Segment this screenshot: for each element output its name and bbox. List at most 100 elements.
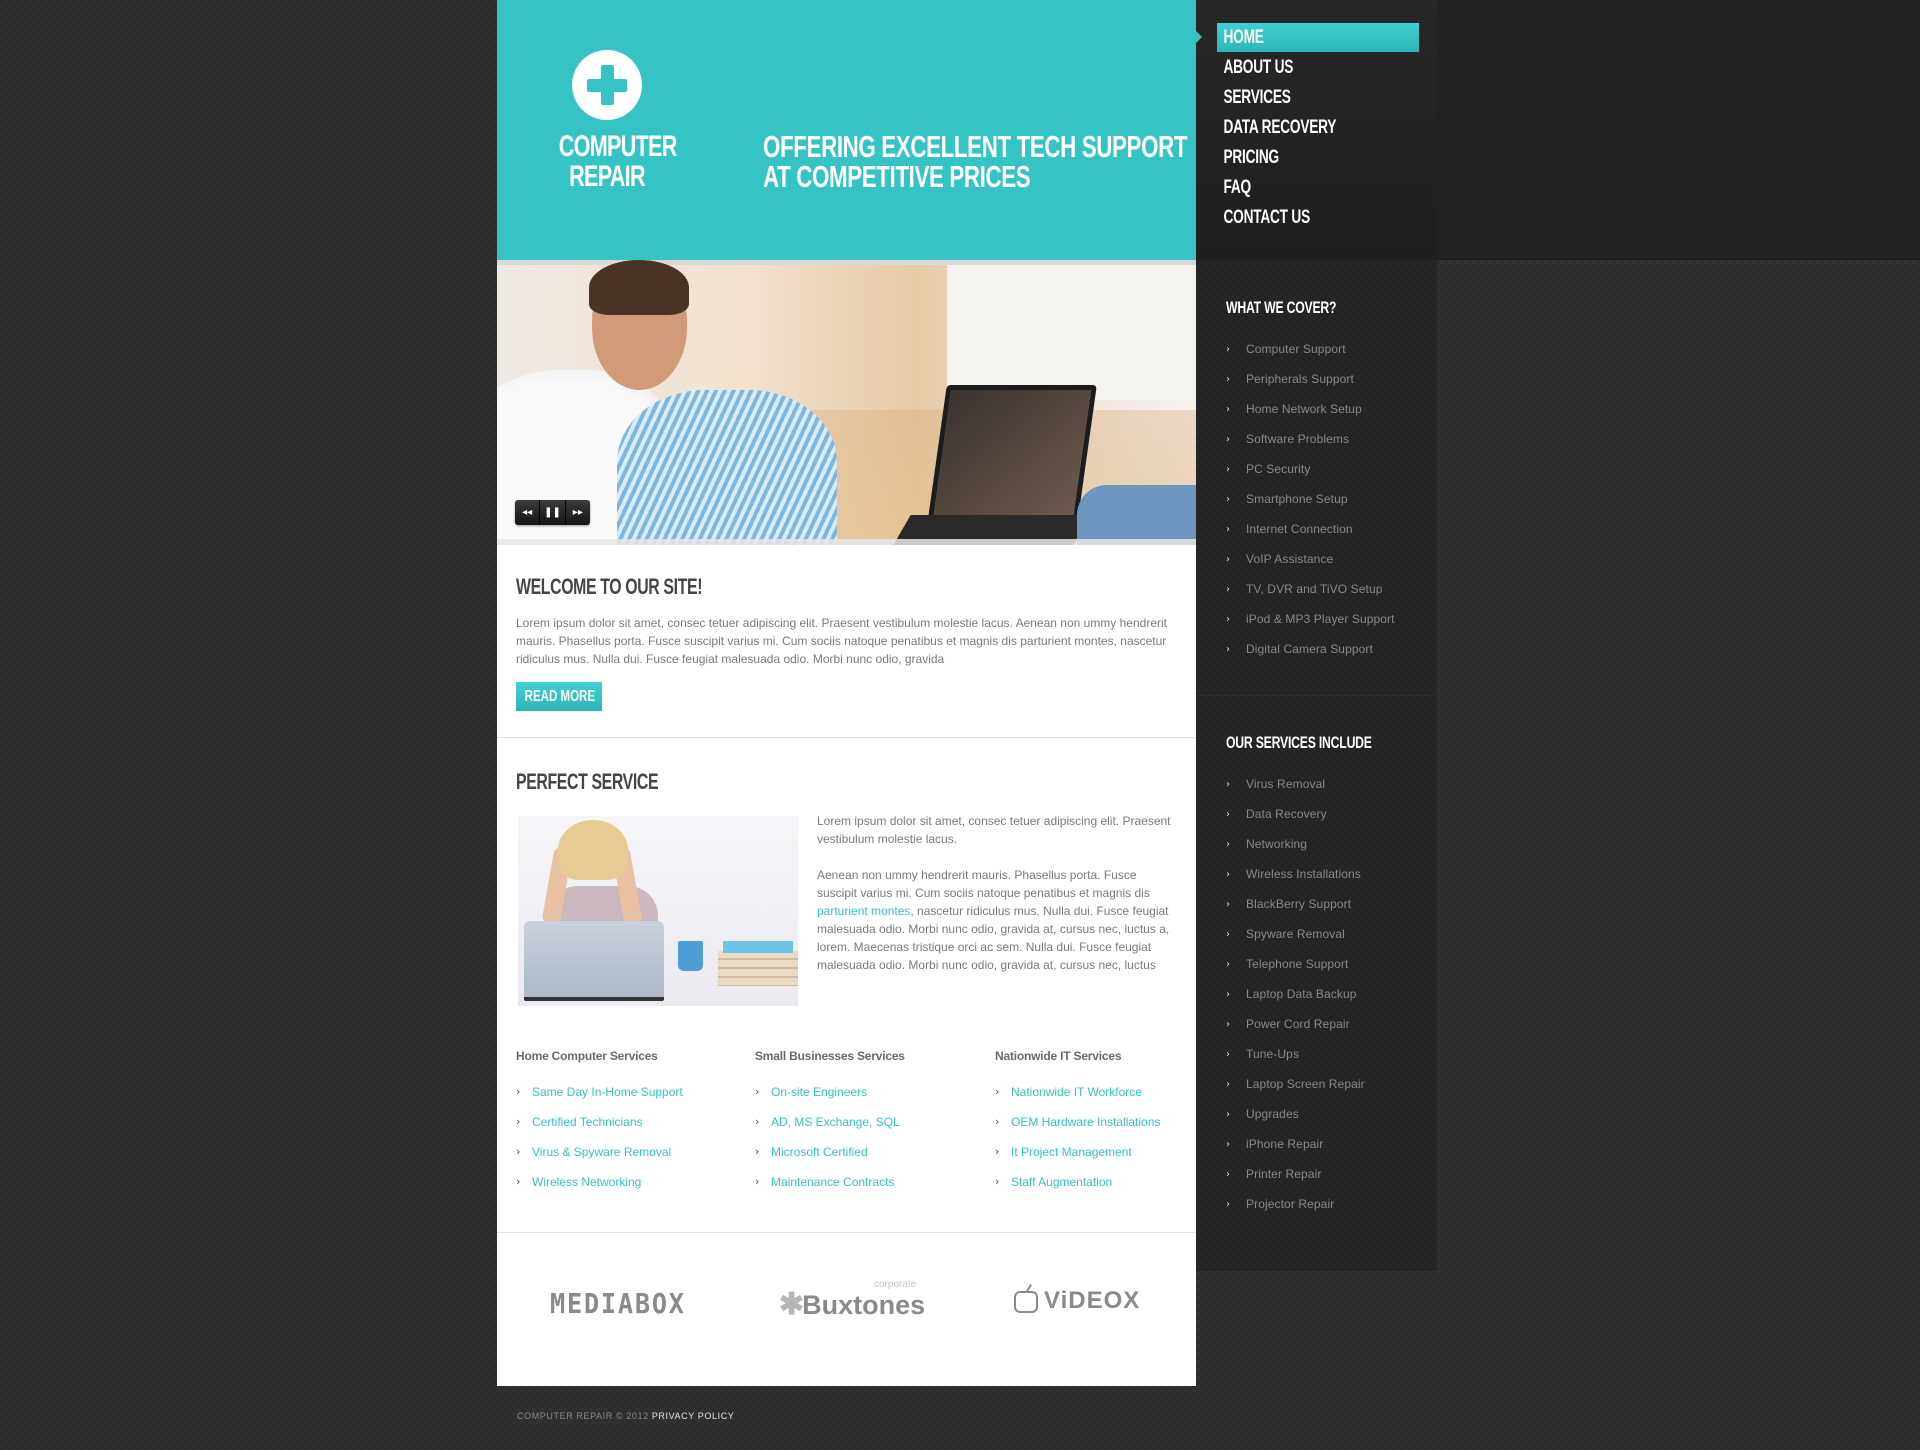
service-link[interactable]: Wireless Networking [532,1175,641,1189]
read-more-button[interactable]: READ MORE [516,682,602,711]
sidebar-list-item[interactable]: › TV, DVR and TiVO Setup [1226,582,1395,612]
service-column-list: › On-site Engineers › AD, MS Exchange, SQL ›… [755,1085,900,1205]
chevron-right-icon: › [1226,344,1230,355]
chevron-right-icon: › [1226,1049,1230,1060]
privacy-policy-link[interactable]: PRIVACY POLICY [652,1411,735,1421]
chevron-right-icon: › [1226,464,1230,475]
service-link[interactable]: On-site Engineers [771,1085,867,1099]
chevron-right-icon: › [516,1115,521,1128]
partner-logos: MEDIABOX ✱Buxtones corporate ViDEOX [497,1232,1196,1386]
plus-circle-icon[interactable] [572,50,642,120]
sidebar-item-label: Peripherals Support [1246,372,1354,386]
nav-item-label: ABOUT US [1223,57,1294,78]
sidebar-list-item[interactable]: › Smartphone Setup [1226,492,1395,522]
nav-item-contact-us[interactable]: CONTACT US [1217,203,1419,232]
sidebar-list-item[interactable]: › PC Security [1226,462,1395,492]
service-list-item: › OEM Hardware Installations [995,1115,1160,1145]
chevron-right-icon: › [755,1115,760,1128]
service-link[interactable]: OEM Hardware Installations [1011,1115,1160,1129]
partner-logo-mediabox[interactable]: MEDIABOX [550,1287,686,1320]
sidebar-list-item[interactable]: › iPod & MP3 Player Support [1226,612,1395,642]
chevron-right-icon: › [1226,1019,1230,1030]
sidebar-list-item[interactable]: › iPhone Repair [1226,1137,1365,1167]
buxtones-name: Buxtones [802,1290,926,1320]
sidebar-list-item[interactable]: › Wireless Installations [1226,867,1365,897]
chevron-right-icon: › [516,1085,521,1098]
service-link[interactable]: AD, MS Exchange, SQL [771,1115,900,1129]
slider-pause-button[interactable]: ❚❚ [540,500,566,525]
chevron-right-icon: › [995,1115,1000,1128]
sidebar-list-item[interactable]: › Software Problems [1226,432,1395,462]
sidebar-item-label: Internet Connection [1246,522,1353,536]
sidebar-list-item[interactable]: › Peripherals Support [1226,372,1395,402]
service-link[interactable]: Certified Technicians [532,1115,643,1129]
sidebar-list-item[interactable]: › Telephone Support [1226,957,1365,987]
nav-item-pricing[interactable]: PRICING [1217,143,1419,172]
perfect-service-para-1: Lorem ipsum dolor sit amet, consec tetue… [817,814,1171,846]
slider-next-button[interactable]: ▸▸ [566,500,590,525]
chevron-right-icon: › [1226,1109,1230,1120]
chevron-right-icon: › [1226,809,1230,820]
partner-logo-videox[interactable]: ViDEOX [1014,1287,1140,1315]
welcome-text: Lorem ipsum dolor sit amet, consec tetue… [516,616,1167,666]
nav-item-about-us[interactable]: ABOUT US [1217,53,1419,82]
chevron-right-icon: › [995,1175,1000,1188]
perfect-service-para-2: Aenean non ummy hendrerit mauris. Phasel… [817,866,1177,974]
sidebar-item-label: VoIP Assistance [1246,552,1334,566]
service-list-item: › AD, MS Exchange, SQL [755,1115,900,1145]
service-link[interactable]: Virus & Spyware Removal [532,1145,671,1159]
sidebar-list-item[interactable]: › Projector Repair [1226,1197,1365,1227]
header-tagline: OFFERING EXCELLENT TECH SUPPORT AT COMPE… [763,129,1188,192]
service-link[interactable]: Nationwide IT Workforce [1011,1085,1142,1099]
nav-item-data-recovery[interactable]: DATA RECOVERY [1217,113,1419,142]
chevron-right-icon: › [516,1145,521,1158]
logo-line-2: REPAIR [569,160,645,193]
service-list-item: › Maintenance Contracts [755,1175,900,1205]
chevron-right-icon: › [1226,404,1230,415]
sidebar-list-item[interactable]: › Laptop Data Backup [1226,987,1365,1017]
sidebar-list-item[interactable]: › Upgrades [1226,1107,1365,1137]
sidebar-list-item[interactable]: › Virus Removal [1226,777,1365,807]
sidebar-list-item[interactable]: › Power Cord Repair [1226,1017,1365,1047]
videox-name: ViDEOX [1044,1287,1141,1314]
chevron-right-icon: › [1226,869,1230,880]
slider-prev-button[interactable]: ◂◂ [515,500,541,525]
nav-item-home[interactable]: HOME [1217,23,1419,52]
tv-icon [1014,1290,1038,1313]
chevron-right-icon: › [755,1145,760,1158]
sidebar-item-label: PC Security [1246,462,1311,476]
chevron-right-icon: › [1226,584,1230,595]
slider-controls: ◂◂ ❚❚ ▸▸ [515,500,590,525]
sidebar-list-item[interactable]: › Laptop Screen Repair [1226,1077,1365,1107]
service-link[interactable]: It Project Management [1011,1145,1132,1159]
sidebar-list-item[interactable]: › Spyware Removal [1226,927,1365,957]
sidebar-list-item[interactable]: › Home Network Setup [1226,402,1395,432]
nav-item-services[interactable]: SERVICES [1217,83,1419,112]
sidebar-list-item[interactable]: › BlackBerry Support [1226,897,1365,927]
chevron-right-icon: › [1226,644,1230,655]
sidebar-list-item[interactable]: › Computer Support [1226,342,1395,372]
site-logo-text[interactable]: COMPUTER REPAIR [559,132,678,193]
sidebar-item-label: Telephone Support [1246,957,1349,971]
nav-item-faq[interactable]: FAQ [1217,173,1419,202]
service-list-item: › It Project Management [995,1145,1160,1175]
sidebar-list-item[interactable]: › Tune-Ups [1226,1047,1365,1077]
sidebar-list-item[interactable]: › Networking [1226,837,1365,867]
service-column-title: Nationwide IT Services [995,1049,1122,1063]
service-link[interactable]: Microsoft Certified [771,1145,868,1159]
sidebar-divider [1196,695,1437,696]
tagline-line-1: OFFERING EXCELLENT TECH SUPPORT [763,129,1188,164]
sidebar-list-item[interactable]: › Data Recovery [1226,807,1365,837]
service-link[interactable]: Staff Augmentation [1011,1175,1112,1189]
sidebar-list-item[interactable]: › Digital Camera Support [1226,642,1395,672]
chevron-right-icon: › [755,1175,760,1188]
sidebar-list-item[interactable]: › Printer Repair [1226,1167,1365,1197]
partner-logo-buxtones[interactable]: ✱Buxtones corporate [779,1279,926,1322]
service-link[interactable]: Maintenance Contracts [771,1175,894,1189]
sidebar-list-item[interactable]: › Internet Connection [1226,522,1395,552]
sidebar: WHAT WE COVER? › Computer Support › Periphe… [1196,260,1437,1271]
parturient-montes-link[interactable]: parturient montes [817,904,910,918]
sidebar-list-item[interactable]: › VoIP Assistance [1226,552,1395,582]
service-link[interactable]: Same Day In-Home Support [532,1085,683,1099]
nav-item-label: HOME [1223,27,1264,48]
